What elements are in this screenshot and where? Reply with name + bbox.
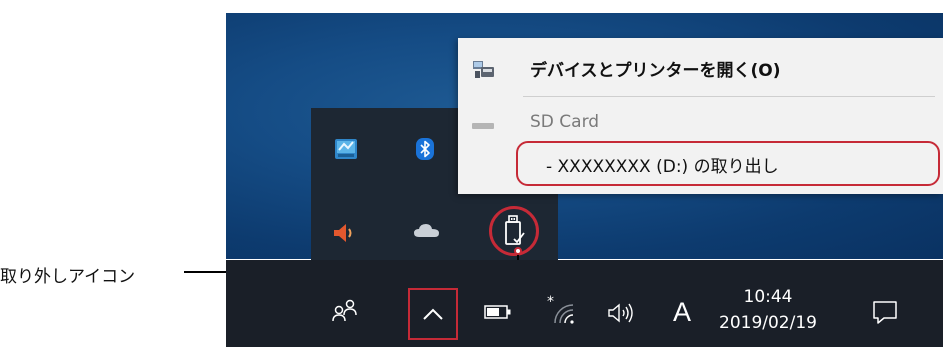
wifi-icon[interactable]: * [544, 294, 578, 328]
device-header-label: SD Card [530, 112, 600, 132]
battery-icon[interactable] [482, 302, 514, 322]
taskbar: * A 10:44 2019/02/19 [226, 260, 943, 347]
devices-printers-icon [472, 58, 496, 80]
bluetooth-icon[interactable] [414, 137, 436, 161]
onedrive-icon[interactable] [412, 220, 442, 240]
clock-time: 10:44 [743, 287, 793, 307]
speaker-icon[interactable] [331, 220, 359, 246]
ime-mode-indicator[interactable]: A [668, 292, 696, 332]
action-center-icon[interactable] [870, 298, 900, 328]
drive-icon [472, 123, 494, 129]
callout-anchor-dot [514, 247, 522, 255]
show-hidden-icons-chevron [422, 307, 444, 321]
volume-icon[interactable] [606, 300, 638, 326]
intel-graphics-icon[interactable] [333, 136, 359, 162]
show-hidden-icons-button[interactable] [408, 288, 458, 340]
eject-context-menu: デバイスとプリンターを開く(O) SD Card - XXXXXXXX (D:)… [458, 38, 943, 194]
callout-label: 取り外しアイコン [0, 267, 136, 287]
svg-text:*: * [547, 295, 554, 310]
clock[interactable]: 10:44 2019/02/19 [712, 278, 824, 342]
eject-menu-item-label: - XXXXXXXX (D:) の取り出し [546, 157, 779, 177]
menu-separator [523, 96, 935, 97]
clock-date: 2019/02/19 [719, 313, 817, 333]
people-icon[interactable] [330, 296, 360, 326]
eject-menu-item[interactable]: - XXXXXXXX (D:) の取り出し [516, 141, 940, 186]
open-devices-printers-menu-item[interactable]: デバイスとプリンターを開く(O) [530, 56, 780, 81]
